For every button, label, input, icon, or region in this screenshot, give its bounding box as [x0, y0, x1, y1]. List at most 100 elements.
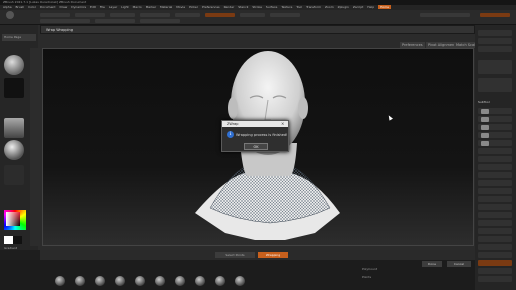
brush-thumbnail[interactable] [175, 276, 185, 286]
tool-thumbnail[interactable] [478, 78, 512, 92]
subtool-thumb-icon [481, 132, 489, 138]
menu-item-render[interactable]: Render [224, 5, 235, 9]
menu-item-tool[interactable]: Tool [296, 5, 302, 9]
subtool-row[interactable] [478, 212, 512, 218]
subtool-row[interactable] [478, 252, 512, 258]
menu-item-draw[interactable]: Draw [59, 5, 67, 9]
subtool-thumb-icon [481, 124, 489, 130]
gradient-label[interactable]: Gradient [4, 246, 17, 250]
menu-item-material[interactable]: Material [160, 5, 172, 9]
subtool-row[interactable] [478, 164, 512, 170]
toolbar-slot[interactable] [75, 13, 105, 17]
top-toolbar [0, 10, 516, 25]
menu-item-alpha[interactable]: Alpha [3, 5, 12, 9]
menu-item-home[interactable]: Home [378, 5, 391, 9]
points-label: Points [362, 275, 372, 279]
menu-item-edit[interactable]: Edit [90, 5, 96, 9]
material-icon[interactable] [4, 140, 24, 160]
tool-thumbnail[interactable] [478, 60, 512, 74]
menu-item-picker[interactable]: Picker [189, 5, 198, 9]
brush-thumbnail[interactable] [155, 276, 165, 286]
left-panel-header[interactable]: Home Page [2, 34, 36, 41]
toolbar-slot[interactable] [140, 19, 180, 23]
subtool-row[interactable] [478, 188, 512, 194]
toolbar-slot[interactable] [240, 13, 265, 17]
subtool-row[interactable] [478, 236, 512, 242]
subtool-row[interactable] [478, 196, 512, 202]
subtool-thumb-icon [481, 108, 489, 114]
secondary-color-swatch[interactable] [13, 236, 22, 244]
menu-item-help[interactable]: Help [367, 5, 374, 9]
subtool-row[interactable] [478, 148, 512, 154]
brush-thumbnail[interactable] [135, 276, 145, 286]
toolbar-slot[interactable] [40, 13, 70, 17]
menu-item-movie[interactable]: Movie [176, 5, 185, 9]
menu-item-macro[interactable]: Macro [133, 5, 142, 9]
brush-thumbnail[interactable] [235, 276, 245, 286]
menu-item-stencil[interactable]: Stencil [238, 5, 248, 9]
subtool-row[interactable] [478, 180, 512, 186]
brush-thumbnail[interactable] [215, 276, 225, 286]
subtool-row[interactable] [478, 228, 512, 234]
subtool-row[interactable] [478, 172, 512, 178]
menu-item-layer[interactable]: Layer [109, 5, 117, 9]
subtool-title[interactable]: SubTool [478, 100, 490, 104]
subtool-row[interactable] [478, 204, 512, 210]
subtool-row[interactable] [478, 276, 512, 282]
toolbar-slot[interactable] [270, 13, 300, 17]
menu-item-zplugin[interactable]: Zplugin [338, 5, 349, 9]
menu-item-brush[interactable]: Brush [16, 5, 25, 9]
stroke-icon[interactable] [4, 78, 24, 98]
brush-thumbnail[interactable] [195, 276, 205, 286]
wrapping-button[interactable]: Wrapping [258, 252, 288, 258]
toolbar-slot[interactable] [40, 19, 90, 23]
alpha-icon[interactable] [4, 118, 24, 138]
brush-icon[interactable] [4, 55, 24, 75]
menu-item-dynamics[interactable]: Dynamics [71, 5, 86, 9]
right-panel-item[interactable] [478, 46, 512, 52]
menu-item-surface[interactable]: Surface [266, 5, 277, 9]
menu-item-document[interactable]: Document [40, 5, 56, 9]
menu-item-preferences[interactable]: Preferences [202, 5, 220, 9]
left-shelf [30, 48, 40, 246]
color-square[interactable] [6, 212, 20, 226]
toolbar-slot[interactable] [205, 13, 235, 17]
brush-thumbnail[interactable] [75, 276, 85, 286]
close-icon[interactable]: × [281, 121, 286, 127]
toolbar-slot[interactable] [420, 13, 470, 17]
main-color-swatch[interactable] [4, 236, 13, 244]
menu-item-zscript[interactable]: Zscript [353, 5, 363, 9]
menu-item-texture[interactable]: Texture [281, 5, 292, 9]
subtool-thumb-icon [481, 140, 489, 146]
menu-item-marker[interactable]: Marker [146, 5, 156, 9]
wrap-dialog-header: Wrap Wrapping [40, 25, 475, 34]
subtool-row[interactable] [478, 220, 512, 226]
right-panel-item[interactable] [478, 30, 512, 36]
brush-thumbnail[interactable] [95, 276, 105, 286]
right-panel-item[interactable] [478, 38, 512, 44]
cancel-button[interactable]: Cancel [447, 261, 471, 267]
subtool-row[interactable] [478, 244, 512, 250]
toolbar-slot[interactable] [480, 13, 510, 17]
select-points-button[interactable]: Select Points [215, 252, 255, 258]
done-button[interactable]: Done [422, 261, 442, 267]
menu-item-zoom[interactable]: Zoom [325, 5, 334, 9]
toolbar-slot[interactable] [110, 13, 135, 17]
app-logo-icon [6, 11, 14, 19]
toolbar-slot[interactable] [95, 19, 135, 23]
texture-icon[interactable] [4, 165, 24, 185]
menu-item-color[interactable]: Color [28, 5, 36, 9]
menu-item-light[interactable]: Light [121, 5, 129, 9]
brush-thumbnail[interactable] [55, 276, 65, 286]
toolbar-slot[interactable] [140, 13, 170, 17]
menu-item-stroke[interactable]: Stroke [252, 5, 262, 9]
toolbar-slot[interactable] [175, 13, 200, 17]
subtool-row[interactable] [478, 156, 512, 162]
ok-button[interactable]: OK [244, 143, 268, 150]
dialog-message: Wrapping process is finished! [236, 133, 288, 137]
subtool-row[interactable] [478, 260, 512, 266]
subtool-row[interactable] [478, 268, 512, 274]
menu-item-file[interactable]: File [100, 5, 105, 9]
menu-item-transform[interactable]: Transform [306, 5, 321, 9]
brush-thumbnail[interactable] [115, 276, 125, 286]
